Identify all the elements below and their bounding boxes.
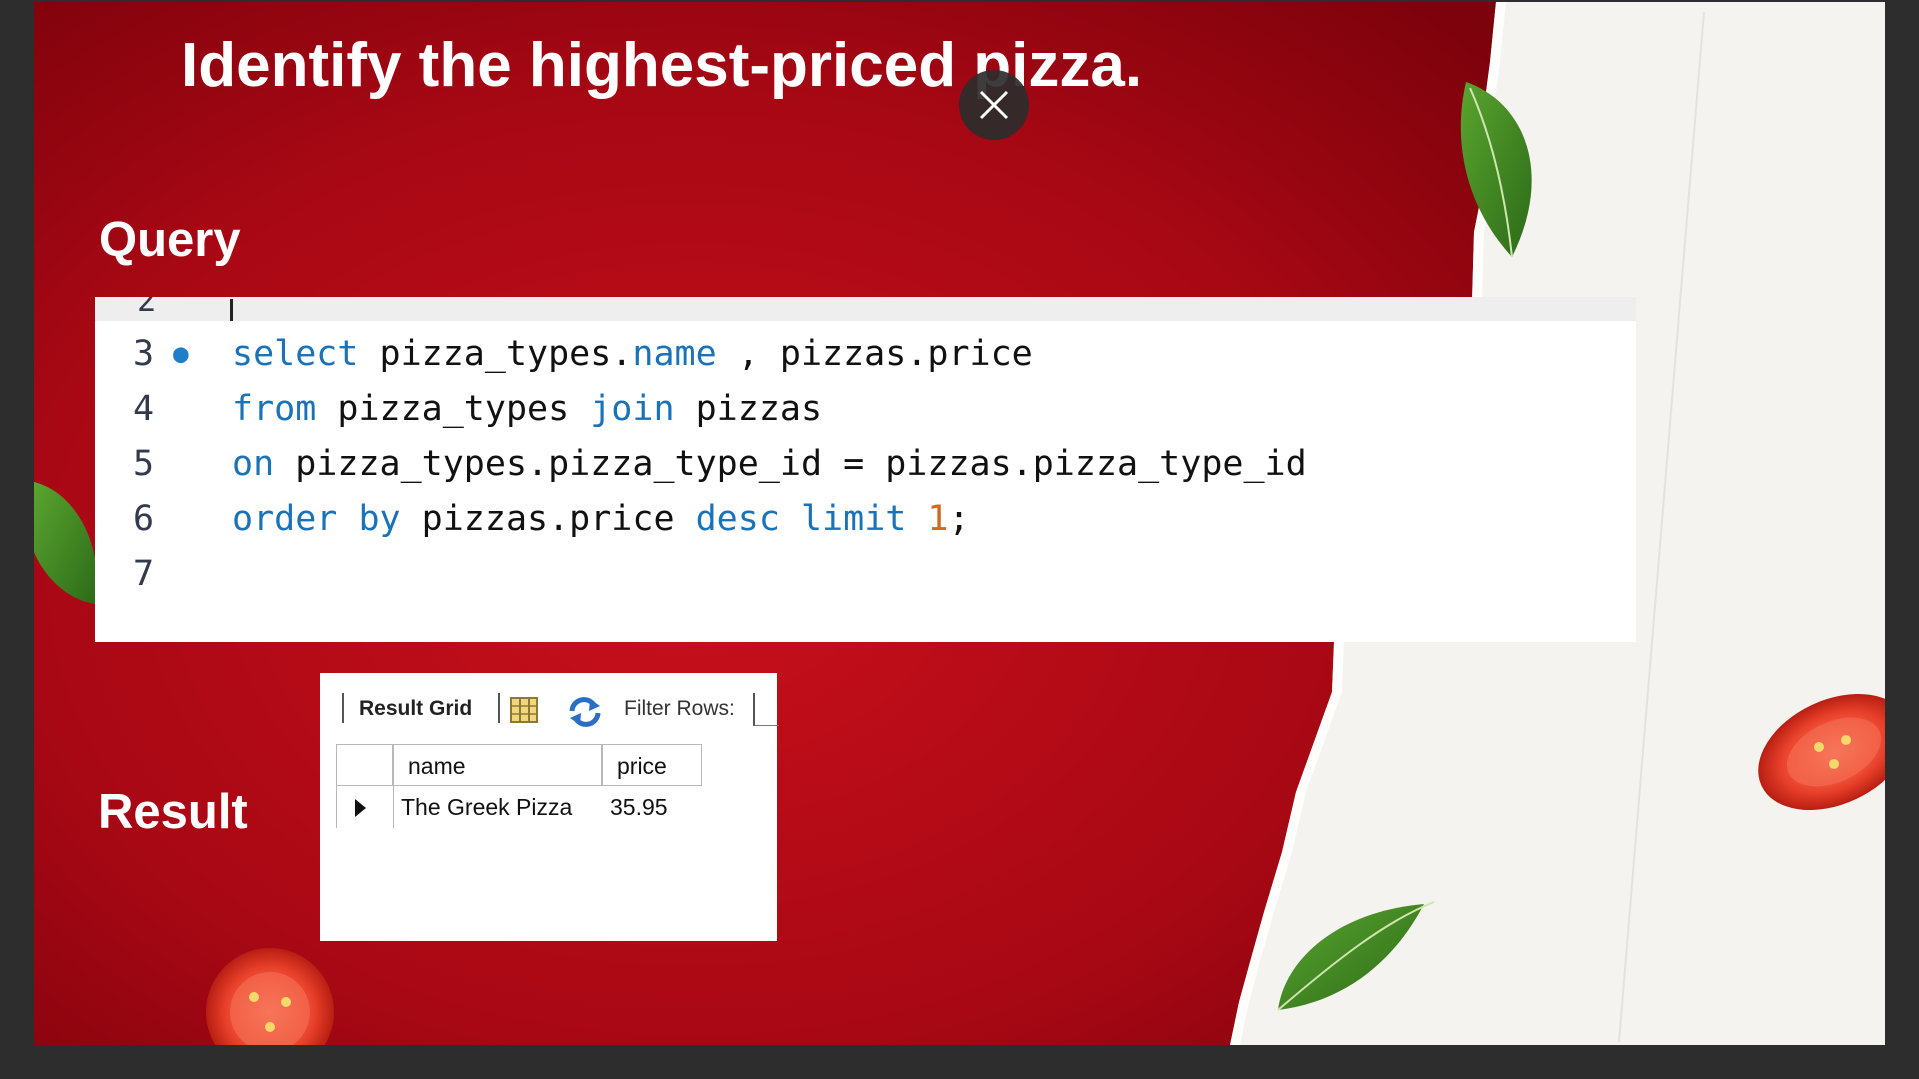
cell-name[interactable]: The Greek Pizza bbox=[393, 786, 602, 828]
code-line[interactable]: 6 order by pizzas.price desc limit 1; bbox=[95, 492, 1636, 547]
code-text: on pizza_types.pizza_type_id = pizzas.pi… bbox=[232, 444, 1307, 484]
filter-rows-label: Filter Rows: bbox=[624, 697, 735, 720]
row-selector[interactable] bbox=[336, 786, 393, 828]
code-text: select pizza_types.name , pizzas.price bbox=[232, 334, 1033, 374]
toolbar-divider bbox=[498, 693, 500, 723]
slide: Identify the highest-priced pizza. Query… bbox=[34, 2, 1885, 1045]
breakpoint-dot-icon: ● bbox=[173, 339, 189, 369]
refresh-icon[interactable] bbox=[568, 697, 602, 727]
line-number: 3 bbox=[133, 334, 155, 374]
line-number: 4 bbox=[133, 389, 155, 429]
close-icon bbox=[979, 90, 1009, 120]
code-text: from pizza_types join pizzas bbox=[232, 389, 823, 429]
sql-editor[interactable]: 2 3 ● select pizza_types.name , pizzas.p… bbox=[95, 297, 1636, 642]
result-grid-toolbar: Result Grid Filter Rows: bbox=[320, 673, 779, 727]
result-grid-tab[interactable]: Result Grid bbox=[359, 697, 472, 721]
row-pointer-icon bbox=[355, 799, 366, 817]
line-number: 6 bbox=[133, 499, 155, 539]
toolbar-divider bbox=[342, 693, 344, 723]
close-button[interactable] bbox=[959, 70, 1029, 140]
code-line[interactable]: 3 ● select pizza_types.name , pizzas.pri… bbox=[95, 327, 1636, 382]
filter-rows-input[interactable] bbox=[753, 693, 779, 726]
table-header: name price bbox=[336, 744, 702, 786]
code-line[interactable]: 4 from pizza_types join pizzas bbox=[95, 382, 1636, 437]
code-text: order by pizzas.price desc limit 1; bbox=[232, 499, 970, 539]
column-header-name[interactable]: name bbox=[393, 744, 602, 786]
code-line[interactable]: 7 bbox=[95, 547, 1636, 602]
line-number: 5 bbox=[133, 444, 155, 484]
cell-price[interactable]: 35.95 bbox=[602, 786, 702, 828]
code-line[interactable]: 5 on pizza_types.pizza_type_id = pizzas.… bbox=[95, 437, 1636, 492]
table-row[interactable]: The Greek Pizza 35.95 bbox=[336, 786, 696, 828]
row-selector-header[interactable] bbox=[336, 744, 393, 786]
column-header-price[interactable]: price bbox=[602, 744, 702, 786]
result-grid-panel: Result Grid Filter Rows: name price The … bbox=[320, 673, 779, 941]
editor-top-bar: 2 bbox=[95, 297, 1636, 321]
grid-layout-icon[interactable] bbox=[510, 697, 538, 723]
text-cursor bbox=[230, 299, 233, 321]
query-label: Query bbox=[99, 213, 241, 267]
line-number: 2 bbox=[137, 297, 157, 319]
result-label: Result bbox=[98, 785, 248, 839]
line-number: 7 bbox=[133, 554, 155, 594]
